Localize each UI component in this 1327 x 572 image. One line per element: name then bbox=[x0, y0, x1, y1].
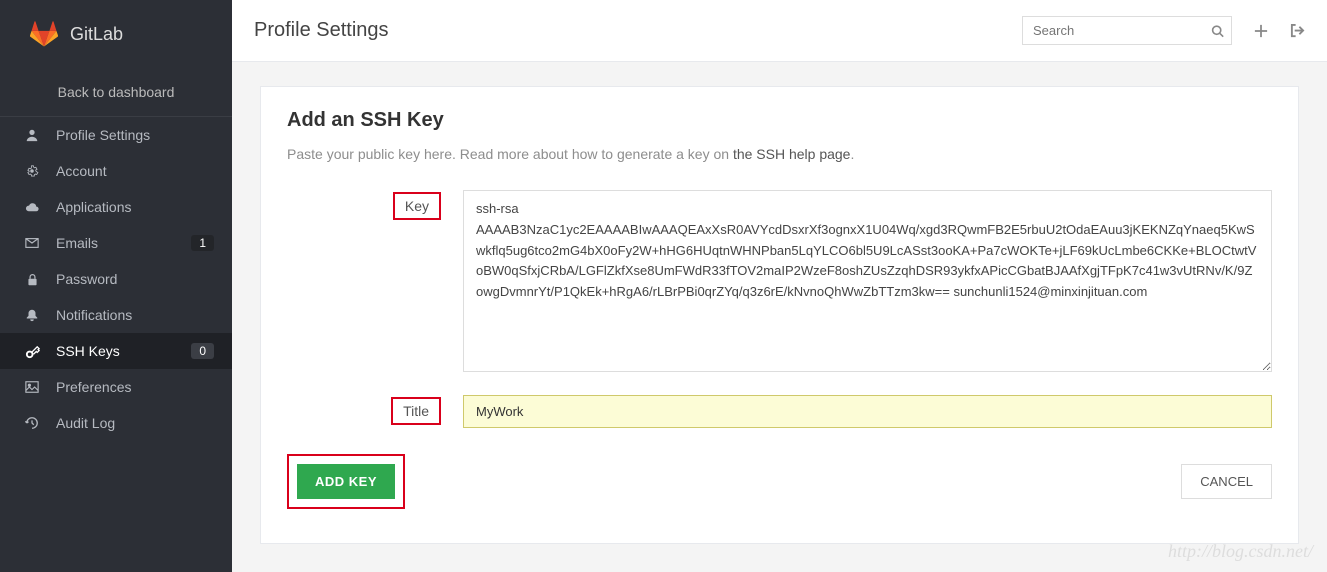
watermark: http://blog.csdn.net/ bbox=[1168, 541, 1313, 562]
title-row: Title bbox=[287, 395, 1272, 428]
sidebar-item-ssh-keys[interactable]: SSH Keys0 bbox=[0, 333, 232, 369]
lock-icon bbox=[24, 271, 40, 287]
sidebar-item-label: Profile Settings bbox=[56, 127, 214, 143]
sidebar-item-label: Account bbox=[56, 163, 214, 179]
panel-description: Paste your public key here. Read more ab… bbox=[287, 146, 1272, 162]
key-row: Key bbox=[287, 190, 1272, 375]
sidebar-item-account[interactable]: Account bbox=[0, 153, 232, 189]
key-icon bbox=[24, 343, 40, 359]
envelope-icon bbox=[24, 235, 40, 251]
sidebar-nav: Profile Settings Account Applications Email… bbox=[0, 117, 232, 441]
sidebar-item-badge: 0 bbox=[191, 343, 214, 359]
sidebar-item-label: Preferences bbox=[56, 379, 214, 395]
user-icon bbox=[24, 127, 40, 143]
plus-icon[interactable] bbox=[1254, 24, 1268, 38]
key-textarea[interactable] bbox=[463, 190, 1272, 372]
title-input[interactable] bbox=[463, 395, 1272, 428]
sidebar-item-applications[interactable]: Applications bbox=[0, 189, 232, 225]
gitlab-logo-icon bbox=[30, 20, 58, 48]
page-title: Profile Settings bbox=[254, 19, 1022, 42]
form-actions: ADD KEY CANCEL bbox=[287, 454, 1272, 509]
sidebar-item-label: Audit Log bbox=[56, 415, 214, 431]
cancel-button[interactable]: CANCEL bbox=[1181, 464, 1272, 499]
title-label: Title bbox=[391, 397, 441, 425]
back-to-dashboard-link[interactable]: Back to dashboard bbox=[0, 70, 232, 117]
bell-icon bbox=[24, 307, 40, 323]
sidebar-item-label: SSH Keys bbox=[56, 343, 191, 359]
add-key-highlight: ADD KEY bbox=[287, 454, 405, 509]
gear-icon bbox=[24, 163, 40, 179]
sidebar-item-label: Password bbox=[56, 271, 214, 287]
sidebar-item-preferences[interactable]: Preferences bbox=[0, 369, 232, 405]
ssh-help-link[interactable]: the SSH help page bbox=[733, 146, 851, 162]
brand[interactable]: GitLab bbox=[0, 0, 232, 70]
add-key-button[interactable]: ADD KEY bbox=[297, 464, 395, 499]
content-area: Add an SSH Key Paste your public key her… bbox=[232, 62, 1327, 572]
sidebar-item-badge: 1 bbox=[191, 235, 214, 251]
sidebar-item-profile-settings[interactable]: Profile Settings bbox=[0, 117, 232, 153]
image-icon bbox=[24, 379, 40, 395]
sidebar-item-audit-log[interactable]: Audit Log bbox=[0, 405, 232, 441]
sidebar-item-label: Applications bbox=[56, 199, 214, 215]
search-input[interactable] bbox=[1022, 16, 1232, 45]
sidebar-item-label: Emails bbox=[56, 235, 191, 251]
main: Profile Settings Add an SSH Key bbox=[232, 0, 1327, 572]
brand-name: GitLab bbox=[70, 24, 123, 45]
sidebar-item-password[interactable]: Password bbox=[0, 261, 232, 297]
search-wrap bbox=[1022, 16, 1232, 45]
ssh-key-panel: Add an SSH Key Paste your public key her… bbox=[260, 86, 1299, 544]
sidebar-item-label: Notifications bbox=[56, 307, 214, 323]
key-label: Key bbox=[393, 192, 441, 220]
desc-suffix: . bbox=[850, 146, 854, 162]
desc-text: Paste your public key here. Read more ab… bbox=[287, 146, 733, 162]
search-icon[interactable] bbox=[1211, 24, 1224, 37]
sidebar: GitLab Back to dashboard Profile Setting… bbox=[0, 0, 232, 572]
sidebar-item-emails[interactable]: Emails1 bbox=[0, 225, 232, 261]
history-icon bbox=[24, 415, 40, 431]
topbar: Profile Settings bbox=[232, 0, 1327, 62]
sidebar-item-notifications[interactable]: Notifications bbox=[0, 297, 232, 333]
panel-title: Add an SSH Key bbox=[287, 109, 1272, 132]
logout-icon[interactable] bbox=[1290, 23, 1305, 38]
cloud-icon bbox=[24, 199, 40, 215]
